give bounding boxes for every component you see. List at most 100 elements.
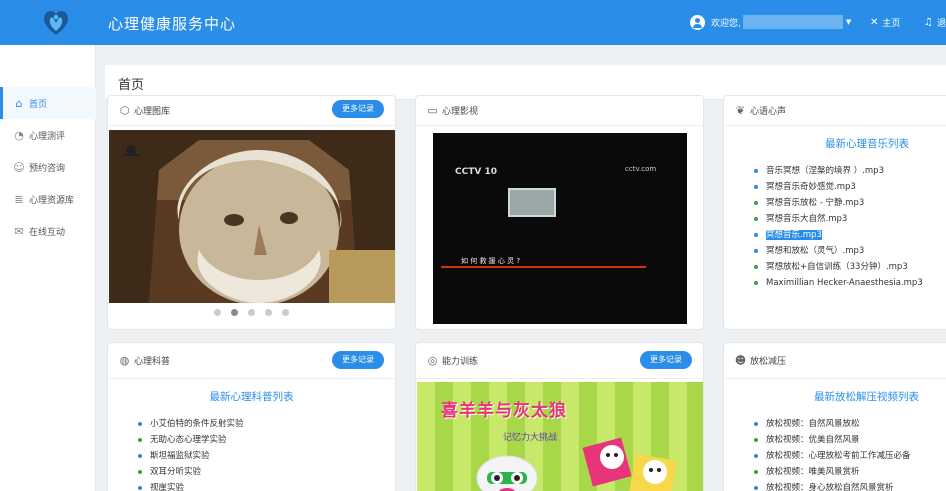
list-item[interactable]: 冥想和放松（灵气）.mp3 <box>754 243 946 259</box>
mail-icon: ✉ <box>14 224 24 238</box>
list-item[interactable]: 冥想音乐放松 - 宁静.mp3 <box>754 195 946 211</box>
more-records-button[interactable]: 更多记录 <box>332 100 384 118</box>
sidebar-item-label: 首页 <box>29 99 48 110</box>
card-title: 心理科普 <box>134 357 171 367</box>
home-link-label: 主页 <box>882 19 901 29</box>
list-item[interactable]: 冥想音乐大自然.mp3 <box>754 211 946 227</box>
card-header: ◎ 能力训练 更多记录 <box>416 343 703 379</box>
carousel-dot[interactable] <box>265 309 272 316</box>
sidebar-item-label: 预约咨询 <box>29 163 66 174</box>
gallery-image[interactable] <box>109 130 395 303</box>
sidebar-item-label: 心理资源库 <box>29 195 75 206</box>
user-avatar-icon <box>690 14 705 30</box>
globe-icon: ◍ <box>119 354 130 367</box>
cartoon-boxes-illustration <box>582 437 678 491</box>
channel-logo: CCTV 10 <box>455 167 497 177</box>
sidebar-item-assessment[interactable]: ◔ 心理测评 <box>0 119 96 151</box>
science-list: 小艾伯特的条件反射实验 无助心态心理学实验 斯坦福监狱实验 双耳分听实验 视崖实… <box>108 416 395 491</box>
list-item[interactable]: 双耳分听实验 <box>138 464 395 480</box>
carousel-dot-active[interactable] <box>231 309 238 316</box>
music-list: 音乐冥想（涅槃的境界 ）.mp3 冥想音乐奇妙感觉.mp3 冥想音乐放松 - 宁… <box>724 163 946 291</box>
cube-icon: ⬡ <box>119 104 130 117</box>
cartoon-sheep-illustration <box>476 455 538 491</box>
list-item[interactable]: 放松视频：自然风景放松 <box>754 416 946 432</box>
list-title: 最新放松解压视频列表 <box>814 391 919 403</box>
list-item[interactable]: 音乐冥想（涅槃的境界 ）.mp3 <box>754 163 946 179</box>
username-redacted <box>742 15 843 29</box>
list-item[interactable]: 放松视频：身心放松自然风景赏析 <box>754 480 946 491</box>
page-title: 首页 <box>118 78 145 93</box>
home-link[interactable]: ✕ 主页 <box>870 16 900 29</box>
video-subtitle-bar: 如 何 救 援 心 灵 ? <box>441 255 646 268</box>
main-content: 首页 ⬡ 心理图库 更多记录 ▭ 心理影视 CCTV 10 cctv.com 如… <box>96 45 946 491</box>
card-title: 心理图库 <box>134 107 171 117</box>
sidebar-item-appointment[interactable]: ☺ 预约咨询 <box>0 151 96 183</box>
list-title: 最新心理音乐列表 <box>825 138 909 150</box>
app-title: 心理健康服务中心 <box>108 15 237 33</box>
card-title: 能力训练 <box>442 357 479 367</box>
site-logo: cctv.com <box>625 165 657 173</box>
more-records-button[interactable]: 更多记录 <box>332 351 384 369</box>
crossed-tools-icon: ✕ <box>870 17 879 28</box>
list-item-selected[interactable]: 冥想音乐.mp3 <box>754 227 946 243</box>
banner-subtitle: 记忆力大挑战 <box>503 433 558 443</box>
bell-icon: ♫ <box>924 17 933 28</box>
video-subtitle: 如 何 救 援 心 灵 ? <box>461 257 521 265</box>
carousel-dot[interactable] <box>248 309 255 316</box>
card-header: ◍ 心理科普 更多记录 <box>108 343 395 379</box>
voice-card: ❦ 心语心声 最新心理音乐列表 音乐冥想（涅槃的境界 ）.mp3 冥想音乐奇妙感… <box>723 95 946 330</box>
sidebar-item-label: 心理测评 <box>29 131 66 142</box>
logout-link[interactable]: ♫ 退 <box>924 16 946 29</box>
list-item[interactable]: 放松视频：心理放松考前工作减压必备 <box>754 448 946 464</box>
list-item[interactable]: 小艾伯特的条件反射实验 <box>138 416 395 432</box>
user-menu[interactable]: 欢迎您, ▼ <box>690 14 851 30</box>
card-title: 心语心声 <box>750 107 787 117</box>
logo-icon <box>44 11 68 35</box>
list-item[interactable]: 斯坦福监狱实验 <box>138 448 395 464</box>
video-camera-icon: ▭ <box>427 104 438 117</box>
banner-title: 喜羊羊与灰太狼 <box>441 401 567 421</box>
sidebar-item-label: 在线互动 <box>29 227 66 238</box>
card-header: ❦ 心语心声 <box>724 96 946 126</box>
carousel-dots <box>108 309 395 316</box>
training-banner[interactable]: 喜羊羊与灰太狼 记忆力大挑战 <box>417 382 703 491</box>
card-header: ⬡ 心理图库 更多记录 <box>108 96 395 126</box>
training-card: ◎ 能力训练 更多记录 喜羊羊与灰太狼 记忆力大挑战 <box>415 342 704 491</box>
logout-link-label: 退 <box>936 19 946 29</box>
database-icon: ≣ <box>14 192 24 206</box>
sidebar-item-online[interactable]: ✉ 在线互动 <box>0 215 96 247</box>
sidebar-menu: ⌂ 首页 ◔ 心理测评 ☺ 预约咨询 ≣ 心理资源库 ✉ 在线互动 <box>0 87 96 247</box>
leaf-icon: ❦ <box>735 104 746 117</box>
more-records-button[interactable]: 更多记录 <box>640 351 692 369</box>
carousel-dot[interactable] <box>214 309 221 316</box>
card-title: 心理影视 <box>442 107 479 117</box>
video-player[interactable]: CCTV 10 cctv.com 如 何 救 援 心 灵 ? <box>433 133 687 324</box>
top-bar: 心理健康服务中心 欢迎您, ▼ ✕ 主页 ♫ 退 <box>0 0 946 45</box>
list-item[interactable]: 视崖实验 <box>138 480 395 491</box>
list-item[interactable]: 冥想音乐奇妙感觉.mp3 <box>754 179 946 195</box>
video-screen <box>508 188 556 217</box>
card-header: ▭ 心理影视 <box>416 96 703 126</box>
sidebar-item-home[interactable]: ⌂ 首页 <box>0 87 96 119</box>
relax-list: 放松视频：自然风景放松 放松视频：优美自然风景 放松视频：心理放松考前工作减压必… <box>724 416 946 491</box>
welcome-text: 欢迎您, <box>711 18 741 29</box>
home-icon: ⌂ <box>15 96 23 110</box>
list-item[interactable]: 放松视频：优美自然风景 <box>754 432 946 448</box>
card-header: ☻ 放松减压 <box>724 343 946 379</box>
list-item[interactable]: 冥想放松+自信训练（33分钟）.mp3 <box>754 259 946 275</box>
sidebar-item-resources[interactable]: ≣ 心理资源库 <box>0 183 96 215</box>
sidebar: ⌂ 首页 ◔ 心理测评 ☺ 预约咨询 ≣ 心理资源库 ✉ 在线互动 <box>0 45 96 491</box>
list-item[interactable]: 无助心态心理学实验 <box>138 432 395 448</box>
smile-icon: ☺ <box>13 160 25 174</box>
gauge-icon: ◔ <box>14 128 24 142</box>
brain-icon: ◎ <box>427 354 438 367</box>
carousel-dot[interactable] <box>282 309 289 316</box>
relax-card: ☻ 放松减压 最新放松解压视频列表 放松视频：自然风景放松 放松视频：优美自然风… <box>723 342 946 491</box>
chevron-down-icon: ▼ <box>845 18 852 26</box>
cat-face-icon: ☻ <box>734 354 747 367</box>
gallery-card: ⬡ 心理图库 更多记录 <box>107 95 396 330</box>
list-item[interactable]: 放松视频：唯美风景赏析 <box>754 464 946 480</box>
video-card: ▭ 心理影视 CCTV 10 cctv.com 如 何 救 援 心 灵 ? <box>415 95 704 330</box>
list-item[interactable]: Maximillian Hecker-Anaesthesia.mp3 <box>754 275 946 291</box>
science-card: ◍ 心理科普 更多记录 最新心理科普列表 小艾伯特的条件反射实验 无助心态心理学… <box>107 342 396 491</box>
